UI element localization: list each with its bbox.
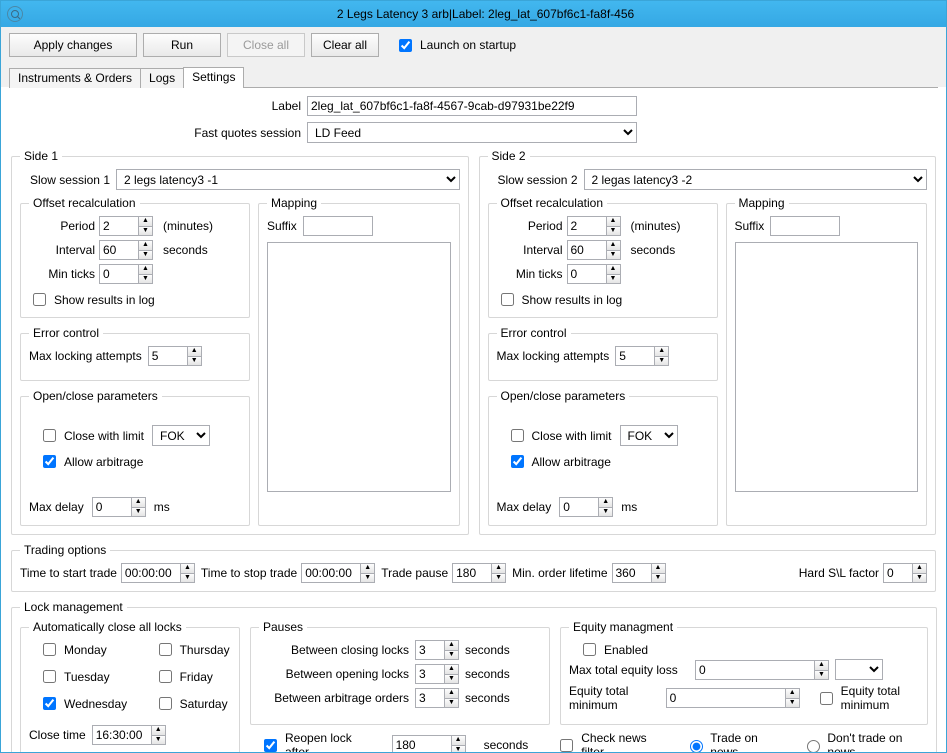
fast-quotes-label: Fast quotes session: [181, 126, 301, 140]
side2-group: Side 2 Slow session 2 2 legas latency3 -…: [479, 149, 937, 535]
app-icon: [7, 6, 23, 22]
window-title: 2 Legs Latency 3 arb|Label: 2leg_lat_607…: [31, 7, 940, 21]
side2-maxlock-spin[interactable]: ▲▼: [615, 346, 669, 366]
tab-instruments-orders[interactable]: Instruments & Orders: [9, 68, 141, 88]
auto-close-locks: Automatically close all locks Monday Thu…: [20, 620, 240, 752]
eq-max-unit[interactable]: [835, 659, 883, 680]
titlebar: 2 Legs Latency 3 arb|Label: 2leg_lat_607…: [1, 1, 946, 27]
eq-enabled[interactable]: Enabled: [579, 640, 648, 659]
eq-max-spin[interactable]: ▲▼: [695, 660, 829, 680]
day-friday[interactable]: Friday: [155, 667, 231, 686]
run-button[interactable]: Run: [143, 33, 221, 57]
side1-show-results[interactable]: Show results in log: [29, 290, 155, 309]
bol-spin[interactable]: ▲▼: [415, 664, 459, 684]
side1-open-close: Open/close parameters Close with limit F…: [20, 389, 250, 526]
slow-session1-select[interactable]: 2 legs latency3 -1: [116, 169, 460, 190]
lock-management: Lock management Automatically close all …: [11, 600, 937, 752]
side2-clw-mode[interactable]: FOK: [620, 425, 678, 446]
trading-options: Trading options Time to start trade ▲▼ T…: [11, 543, 936, 592]
side1-clw-mode[interactable]: FOK: [152, 425, 210, 446]
clear-all-button[interactable]: Clear all: [311, 33, 379, 57]
pauses-group: Pauses Between closing locks▲▼seconds Be…: [250, 620, 550, 725]
side2-period-spin[interactable]: ▲▼: [567, 216, 615, 236]
side1-allow-arb[interactable]: Allow arbitrage: [39, 452, 241, 471]
tab-settings[interactable]: Settings: [183, 67, 244, 88]
side1-legend: Side 1: [20, 149, 62, 163]
day-thursday[interactable]: Thursday: [155, 640, 231, 659]
reopen-lock-after[interactable]: Reopen lock after: [260, 731, 374, 752]
side2-allow-arb[interactable]: Allow arbitrage: [507, 452, 709, 471]
side2-show-results[interactable]: Show results in log: [497, 290, 623, 309]
slow-session2-select[interactable]: 2 legas latency3 -2: [584, 169, 928, 190]
side1-period-spin[interactable]: ▲▼: [99, 216, 147, 236]
side1-maxlock-spin[interactable]: ▲▼: [148, 346, 202, 366]
app-window: 2 Legs Latency 3 arb|Label: 2leg_lat_607…: [0, 0, 947, 753]
min-lifetime-spin[interactable]: ▲▼: [612, 563, 666, 583]
side1-suffix-input[interactable]: [303, 216, 373, 236]
side1-offset-recalc: Offset recalculation Period ▲▼ (minutes)…: [20, 196, 250, 318]
label-label: Label: [241, 99, 301, 113]
side2-legend: Side 2: [488, 149, 530, 163]
settings-panel: Label Fast quotes session LD Feed Side 1…: [1, 88, 946, 752]
side1-group: Side 1 Slow session 1 2 legs latency3 -1…: [11, 149, 469, 535]
dont-trade-on-news-radio[interactable]: Don't trade on news: [802, 731, 927, 752]
day-wednesday[interactable]: Wednesday: [39, 694, 129, 713]
side1-interval-spin[interactable]: ▲▼: [99, 240, 147, 260]
time-start-spin[interactable]: ▲▼: [121, 563, 195, 583]
side1-minticks-spin[interactable]: ▲▼: [99, 264, 147, 284]
equity-management: Equity managment Enabled Max total equit…: [560, 620, 928, 725]
side2-offset-recalc: Offset recalculation Period ▲▼ (minutes)…: [488, 196, 718, 318]
apply-changes-button[interactable]: Apply changes: [9, 33, 137, 57]
eq-min-chk[interactable]: Equity total minimum: [816, 684, 919, 712]
side2-error-control: Error control Max locking attempts ▲▼: [488, 326, 718, 381]
side2-mapping-list[interactable]: [735, 242, 919, 492]
side2-interval-spin[interactable]: ▲▼: [567, 240, 615, 260]
side2-maxdelay-spin[interactable]: ▲▼: [559, 497, 613, 517]
launch-on-startup-checkbox[interactable]: Launch on startup: [395, 36, 516, 55]
day-monday[interactable]: Monday: [39, 640, 129, 659]
side1-maxdelay-spin[interactable]: ▲▼: [92, 497, 146, 517]
trade-pause-spin[interactable]: ▲▼: [452, 563, 506, 583]
tabs: Instruments & Orders Logs Settings: [1, 63, 946, 87]
chevron-up-icon: ▲: [138, 216, 153, 226]
side2-minticks-spin[interactable]: ▲▼: [567, 264, 615, 284]
day-saturday[interactable]: Saturday: [155, 694, 231, 713]
side1-mapping: Mapping Suffix: [258, 196, 460, 526]
side2-open-close: Open/close parameters Close with limit F…: [488, 389, 718, 526]
side1-close-with-limit[interactable]: Close with limit: [39, 426, 144, 445]
chevron-down-icon: ▼: [138, 226, 153, 236]
time-stop-spin[interactable]: ▲▼: [301, 563, 375, 583]
launch-on-startup-input[interactable]: [399, 39, 412, 52]
bcl-spin[interactable]: ▲▼: [415, 640, 459, 660]
slow-session1-label: Slow session 1: [20, 173, 110, 187]
toolbar: Apply changes Run Close all Clear all La…: [1, 27, 946, 63]
close-time-spin[interactable]: ▲▼: [92, 725, 166, 745]
side2-close-with-limit[interactable]: Close with limit: [507, 426, 612, 445]
reopen-spin[interactable]: ▲▼: [392, 735, 466, 752]
hard-sl-spin[interactable]: ▲▼: [883, 563, 927, 583]
slow-session2-label: Slow session 2: [488, 173, 578, 187]
bao-spin[interactable]: ▲▼: [415, 688, 459, 708]
label-input[interactable]: [307, 96, 637, 116]
check-news-filter[interactable]: Check news filter: [556, 731, 667, 752]
tab-logs[interactable]: Logs: [140, 68, 184, 88]
close-all-button: Close all: [227, 33, 305, 57]
fast-quotes-select[interactable]: LD Feed: [307, 122, 637, 143]
eq-min-spin[interactable]: ▲▼: [666, 688, 800, 708]
trade-on-news-radio[interactable]: Trade on news: [685, 731, 784, 752]
day-tuesday[interactable]: Tuesday: [39, 667, 129, 686]
side2-suffix-input[interactable]: [770, 216, 840, 236]
side1-mapping-list[interactable]: [267, 242, 451, 492]
side2-mapping: Mapping Suffix: [726, 196, 928, 526]
side1-error-control: Error control Max locking attempts ▲▼: [20, 326, 250, 381]
